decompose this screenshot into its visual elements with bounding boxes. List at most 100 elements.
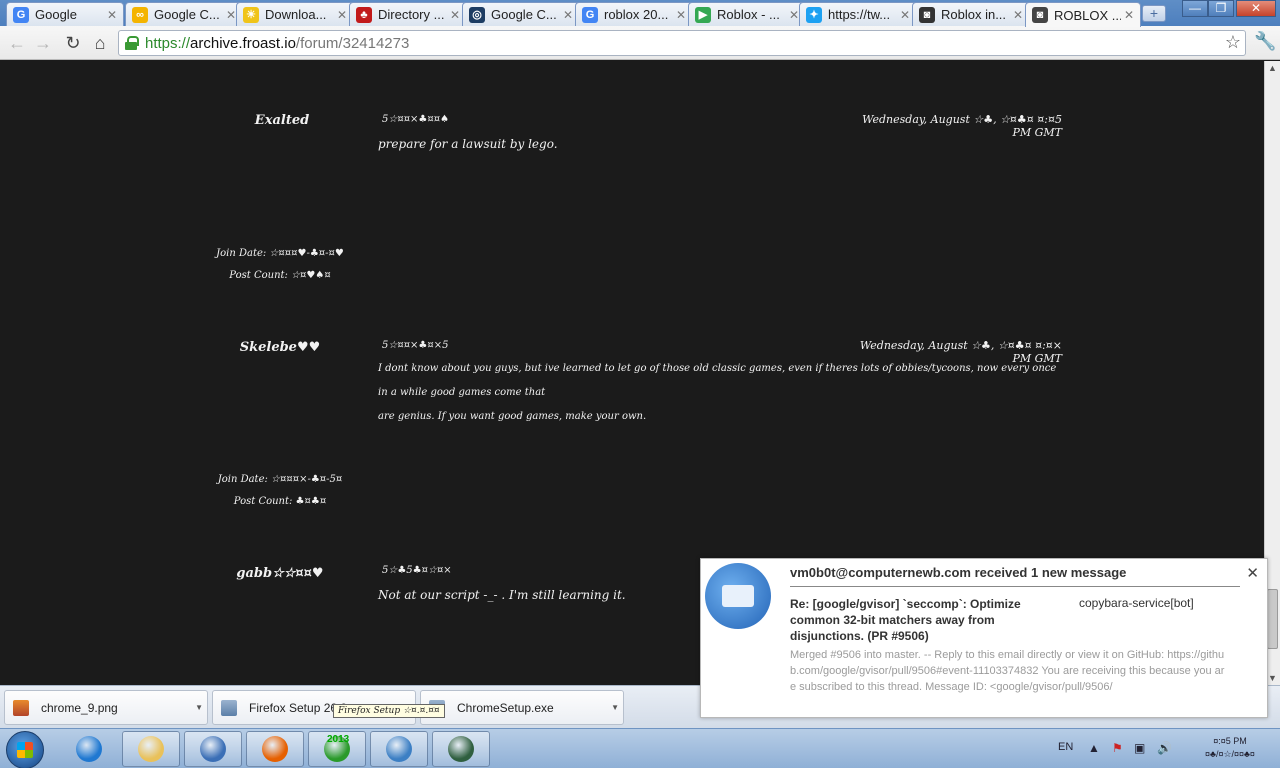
- show-hidden-icons-icon[interactable]: ▲: [1088, 741, 1100, 755]
- tab-title: Directory ...: [378, 7, 445, 22]
- control-panel-icon: [386, 736, 412, 762]
- tab-title: Downloa...: [265, 7, 327, 22]
- internet-explorer-icon: [76, 736, 102, 762]
- url-scheme: https://: [145, 34, 191, 52]
- close-window-button[interactable]: ✕: [1236, 0, 1276, 17]
- home-button[interactable]: ⌂: [89, 32, 111, 54]
- google-icon: G: [582, 6, 598, 23]
- maximize-button[interactable]: ❐: [1208, 0, 1234, 17]
- post-count: Post Count: ♣¤♣¤: [233, 496, 327, 507]
- browser-tab[interactable]: ∞ Google C... ✕: [125, 2, 243, 26]
- download-menu-arrow-icon[interactable]: ▼: [611, 703, 619, 712]
- tab-strip: G Google ✕ ∞ Google C... ✕ ☀ Downloa... ✕ ♣ Direct…: [0, 0, 1280, 27]
- taskbar-button[interactable]: [246, 731, 304, 767]
- clock-date: ¤♣/¤☆/¤¤♣¤: [1205, 749, 1255, 759]
- chrome-icon: [200, 736, 226, 762]
- close-tab-icon[interactable]: ✕: [337, 8, 347, 22]
- close-icon[interactable]: ✕: [1246, 564, 1259, 582]
- installer-file-icon: [221, 699, 237, 716]
- reload-button[interactable]: ↻: [62, 32, 84, 54]
- close-tab-icon[interactable]: ✕: [1013, 8, 1023, 22]
- tab-title: ROBLOX ...: [1054, 7, 1121, 23]
- notification-sender: copybara-service[bot]: [1079, 596, 1194, 610]
- tab-title: Roblox in...: [941, 7, 1007, 22]
- post-username[interactable]: Skelebe♥♥: [200, 340, 360, 355]
- browser-tab[interactable]: ✦ https://tw... ✕: [799, 2, 917, 26]
- post-body-line: prepare for a lawsuit by lego.: [378, 137, 558, 151]
- post-count: Post Count: ☆¤♥♠¤: [229, 270, 331, 281]
- join-date: Join Date: ☆¤¤¤×-♣¤-5¤: [217, 474, 343, 485]
- minimize-button[interactable]: —: [1182, 0, 1208, 17]
- roblox-icon: ◙: [1032, 7, 1048, 23]
- tab-title: Google C...: [491, 7, 557, 22]
- browser-tab[interactable]: ◎ Google C... ✕: [462, 2, 580, 26]
- close-tab-icon[interactable]: ✕: [226, 8, 236, 22]
- browser-tab[interactable]: ☀ Downloa... ✕: [236, 2, 354, 26]
- post-author-meta: Join Date: ☆¤¤¤×-♣¤-5¤ Post Count: ♣¤♣¤: [180, 469, 380, 513]
- close-tab-icon[interactable]: ✕: [450, 8, 460, 22]
- thunderbird-icon: [705, 563, 771, 629]
- join-date: Join Date: ☆¤¤¤♥-♣¤-¤♥: [216, 248, 344, 259]
- taskbar-button[interactable]: [60, 731, 118, 767]
- network-icon[interactable]: ▣: [1134, 741, 1145, 755]
- download-menu-arrow-icon[interactable]: ▼: [195, 703, 203, 712]
- taskbar-button[interactable]: 2013: [308, 731, 366, 767]
- cardinal-icon: ♣: [356, 6, 372, 23]
- close-tab-icon[interactable]: ✕: [676, 8, 686, 22]
- taskbar-button[interactable]: [370, 731, 428, 767]
- email-notification[interactable]: vm0b0t@computernewb.com received 1 new m…: [700, 558, 1268, 718]
- post-id: 5☆♣5♣¤☆¤×: [382, 565, 452, 576]
- close-tab-icon[interactable]: ✕: [900, 8, 910, 22]
- camera-icon: ◎: [469, 6, 485, 23]
- post-body: prepare for a lawsuit by lego.: [378, 132, 1058, 156]
- scroll-thumb[interactable]: [1267, 589, 1278, 649]
- start-button[interactable]: [6, 731, 44, 768]
- browser-tab[interactable]: ◙ Roblox in... ✕: [912, 2, 1030, 26]
- notification-body: Merged #9506 into master. -- Reply to th…: [790, 649, 1225, 693]
- address-bar[interactable]: https:// archive.froast.io /forum/324142…: [118, 30, 1246, 56]
- forward-button[interactable]: →: [32, 32, 54, 54]
- taskbar-button[interactable]: [122, 731, 180, 767]
- tab-title: roblox 20...: [604, 7, 669, 22]
- scroll-down-arrow-icon[interactable]: ▼: [1268, 673, 1277, 683]
- image-file-icon: [13, 699, 29, 716]
- post-author-meta: Join Date: ☆¤¤¤♥-♣¤-¤♥ Post Count: ☆¤♥♠¤: [180, 243, 380, 287]
- close-tab-icon[interactable]: ✕: [1124, 8, 1134, 22]
- scroll-up-arrow-icon[interactable]: ▲: [1268, 63, 1277, 73]
- wrench-menu-icon[interactable]: 🔧: [1254, 31, 1276, 52]
- close-tab-icon[interactable]: ✕: [789, 8, 799, 22]
- lock-icon: [125, 36, 139, 50]
- back-button[interactable]: ←: [6, 32, 28, 54]
- firefox-icon: [262, 736, 288, 762]
- post-body: I dont know about you guys, but ive lear…: [378, 357, 1058, 429]
- new-tab-button[interactable]: +: [1142, 5, 1166, 22]
- close-tab-icon[interactable]: ✕: [107, 8, 117, 22]
- taskbar-button[interactable]: [432, 731, 490, 767]
- browser-tab[interactable]: G Google ✕: [6, 2, 124, 26]
- browser-tab[interactable]: ◙ ROBLOX ... ✕: [1025, 2, 1141, 27]
- browser-tab[interactable]: ▶ Roblox - ... ✕: [688, 2, 806, 26]
- post-id: 5☆¤¤×♣¤×5: [382, 340, 449, 351]
- action-center-flag-icon[interactable]: ⚑: [1112, 741, 1123, 755]
- download-filename: ChromeSetup.exe: [457, 700, 554, 715]
- language-indicator[interactable]: EN: [1058, 741, 1073, 753]
- volume-icon[interactable]: 🔊: [1157, 741, 1172, 755]
- bookmark-star-icon[interactable]: ☆: [1225, 32, 1241, 53]
- post-username[interactable]: Exalted: [202, 113, 362, 128]
- tab-title: Google: [35, 7, 77, 22]
- taskbar: 2013 EN ▲ ⚑ ▣ 🔊 ¤:¤5 PM ¤♣/¤☆/¤¤♣¤: [0, 728, 1280, 768]
- download-tooltip: Firefox Setup ☆¤.¤.¤¤: [333, 704, 445, 718]
- twitter-icon: ✦: [806, 6, 822, 23]
- post-body-line: I dont know about you guys, but ive lear…: [378, 363, 1057, 398]
- file-explorer-icon: [138, 736, 164, 762]
- browser-tab[interactable]: ♣ Directory ... ✕: [349, 2, 467, 26]
- url-host: archive.froast.io: [190, 34, 296, 52]
- download-item[interactable]: chrome_9.png ▼: [4, 690, 208, 725]
- system-clock[interactable]: ¤:¤5 PM ¤♣/¤☆/¤¤♣¤: [1186, 735, 1274, 761]
- browser-tab[interactable]: Groblox 20... ✕: [575, 2, 693, 26]
- download-item[interactable]: ChromeSetup.exe ▼: [420, 690, 624, 725]
- post-username[interactable]: gabb☆☆¤¤♥: [200, 566, 360, 581]
- post-id: 5☆¤¤×♣¤¤♠: [382, 114, 450, 125]
- close-tab-icon[interactable]: ✕: [563, 8, 573, 22]
- taskbar-button[interactable]: [184, 731, 242, 767]
